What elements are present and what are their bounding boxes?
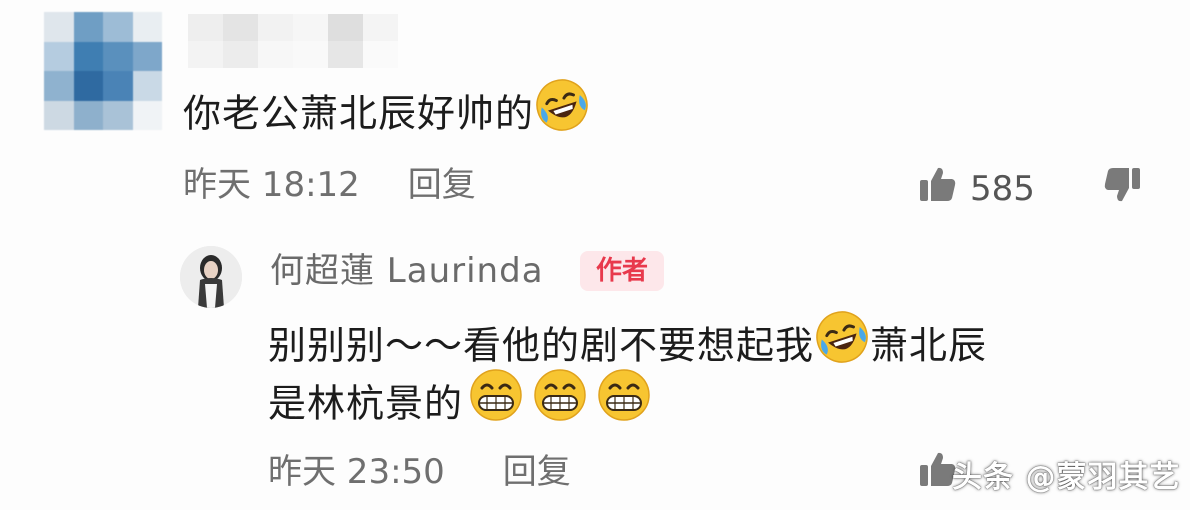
reply-meta: 昨天 23:50 回复: [268, 452, 571, 492]
comment-body: 你老公萧北辰好帅的: [183, 91, 535, 136]
author-badge: 作者: [580, 251, 664, 291]
like-button[interactable]: 585: [918, 165, 1035, 212]
like-count: 585: [970, 168, 1035, 209]
comment-text: 你老公萧北辰好帅的: [183, 77, 590, 152]
watermark: 头条 @蒙羽其艺: [952, 460, 1181, 495]
comment-meta: 昨天 18:12 回复: [183, 165, 476, 205]
thumbs-down-icon: [1102, 168, 1142, 208]
grin-emoji: [531, 368, 589, 438]
comment-timestamp: 昨天 18:12: [183, 165, 360, 205]
reply-text-line-2: 是林杭景的: [268, 368, 653, 441]
reply-button[interactable]: 回复: [503, 452, 571, 492]
reply-body-2: 是林杭景的: [268, 381, 464, 426]
reply-button[interactable]: 回复: [408, 165, 476, 205]
reply-author-name[interactable]: 何超蓮 Laurinda: [270, 248, 544, 294]
reply-timestamp: 昨天 23:50: [268, 452, 445, 492]
reply-body-1: 别别别～～看他的剧不要想起我: [268, 323, 815, 368]
comment-thread: 你老公萧北辰好帅的 昨天 18:12 回复 585 何超蓮 Laurinda 作…: [0, 0, 1190, 510]
grin-emoji: [595, 368, 653, 438]
avatar-blurred[interactable]: [44, 12, 162, 130]
laugh-cry-emoji: [814, 309, 870, 381]
username-blurred[interactable]: [188, 14, 398, 68]
thumbs-up-icon: [918, 165, 958, 212]
reply-body-1-tail: 萧北辰: [870, 323, 988, 368]
grin-emoji: [467, 368, 525, 438]
reply-avatar[interactable]: [180, 246, 242, 308]
dislike-button[interactable]: [1102, 166, 1142, 208]
laugh-cry-emoji: [534, 77, 590, 149]
